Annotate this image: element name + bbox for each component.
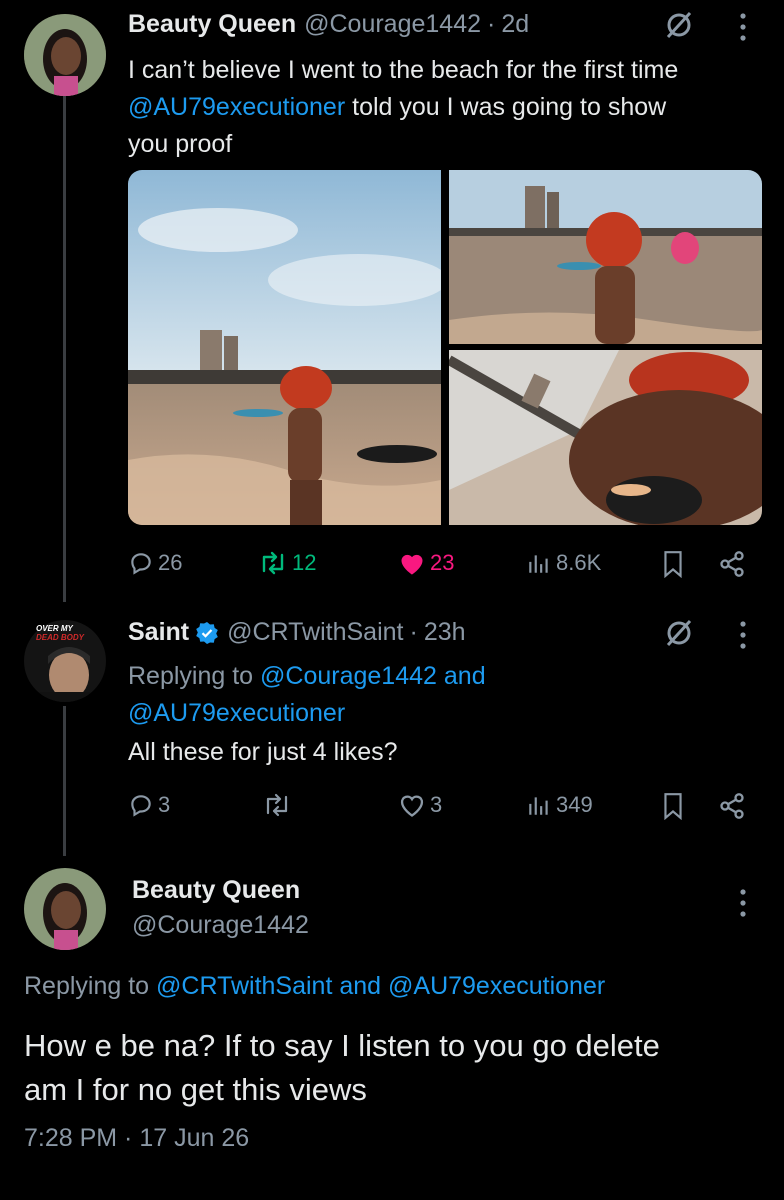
verified-icon <box>195 621 219 645</box>
avatar-badge-bottom: DEAD BODY <box>36 633 85 642</box>
media-photo-3[interactable] <box>449 350 762 525</box>
more-icon[interactable] <box>738 12 748 47</box>
avatar-photo <box>24 868 106 950</box>
replying-to: Replying to @Courage1442 and @AU79execut… <box>128 658 486 732</box>
author-handle[interactable]: @CRTwithSaint <box>227 618 403 647</box>
reply-icon <box>131 553 151 575</box>
mention-link[interactable]: @AU79executioner <box>388 972 605 1000</box>
author-handle[interactable]: @Courage1442 <box>132 911 309 940</box>
replying-prefix: Replying to <box>128 662 261 690</box>
tweet-text-line: How e be na? If to say I listen to you g… <box>24 1028 660 1063</box>
share-icon[interactable] <box>718 792 746 820</box>
tweet-text-line: am I for no get this views <box>24 1072 367 1107</box>
bookmark-icon[interactable] <box>662 550 684 578</box>
avatar-photo <box>24 14 106 96</box>
more-icon[interactable] <box>738 888 748 923</box>
author-name[interactable]: Saint <box>128 618 189 647</box>
grok-icon[interactable] <box>664 618 694 653</box>
mention-link[interactable]: @Courage1442 <box>260 662 437 690</box>
mention-link[interactable]: @AU79executioner <box>128 699 345 727</box>
author-name[interactable]: Beauty Queen <box>132 876 309 905</box>
tweet-text: I can’t believe I went to the beach for … <box>128 52 768 163</box>
retweet-icon <box>266 793 288 817</box>
views-button[interactable]: 8.6K <box>526 550 601 576</box>
view-count: 8.6K <box>556 550 602 575</box>
avatar[interactable] <box>24 14 106 96</box>
grok-icon[interactable] <box>664 10 694 45</box>
replying-and: and <box>332 972 389 1000</box>
view-count: 349 <box>556 792 593 817</box>
reply-button[interactable]: 3 <box>128 792 170 818</box>
avatar[interactable] <box>24 868 106 950</box>
tweet-time[interactable]: 2d <box>501 10 529 39</box>
tweet-timestamp[interactable]: 7:28 PM · 17 Jun 26 <box>24 1124 249 1153</box>
replying-prefix: Replying to <box>24 972 157 1000</box>
retweet-button[interactable]: 12 <box>258 550 316 576</box>
tweet-text: How e be na? If to say I listen to you g… <box>24 1024 764 1112</box>
bookmark-icon[interactable] <box>662 792 684 820</box>
more-icon[interactable] <box>738 620 748 655</box>
replying-and: and <box>436 662 486 690</box>
retweet-button[interactable] <box>262 792 296 818</box>
author-handle[interactable]: @Courage1442 <box>304 10 481 39</box>
reply-count: 3 <box>158 792 171 817</box>
reply-icon <box>131 795 151 817</box>
tweet-text-segment: told you I was going to show <box>345 93 667 121</box>
separator-dot: · <box>409 618 418 646</box>
retweet-count: 12 <box>292 550 317 575</box>
tweet-time[interactable]: 23h <box>424 618 466 647</box>
views-button[interactable]: 349 <box>526 792 593 818</box>
thread-line <box>63 706 66 856</box>
views-icon <box>529 797 548 815</box>
avatar-badge-top: OVER MY <box>36 624 73 633</box>
like-button[interactable]: 3 <box>398 792 442 818</box>
reply-button[interactable]: 26 <box>128 550 182 576</box>
tweet-text-line: you proof <box>128 130 233 158</box>
mention-link[interactable]: @AU79executioner <box>128 93 345 121</box>
tweet-text: All these for just 4 likes? <box>128 738 398 766</box>
like-count: 3 <box>430 792 443 817</box>
author-name[interactable]: Beauty Queen <box>128 10 296 39</box>
replying-to: Replying to @CRTwithSaint and @AU79execu… <box>24 972 605 1001</box>
separator-dot: · <box>487 10 496 38</box>
thread-line <box>63 96 66 602</box>
tweet-text-line: I can’t believe I went to the beach for … <box>128 56 679 84</box>
like-icon <box>401 554 423 575</box>
like-icon <box>400 795 424 817</box>
mention-link[interactable]: @CRTwithSaint <box>156 972 332 1000</box>
media-photo-2[interactable] <box>449 170 762 344</box>
like-button[interactable]: 23 <box>398 550 454 576</box>
avatar-badge: OVER MY DEAD BODY <box>36 624 84 642</box>
like-count: 23 <box>430 550 455 575</box>
reply-count: 26 <box>158 550 183 575</box>
retweet-icon <box>262 551 284 575</box>
views-icon <box>529 555 548 573</box>
media-photo-1[interactable] <box>128 170 441 525</box>
share-icon[interactable] <box>718 550 746 578</box>
